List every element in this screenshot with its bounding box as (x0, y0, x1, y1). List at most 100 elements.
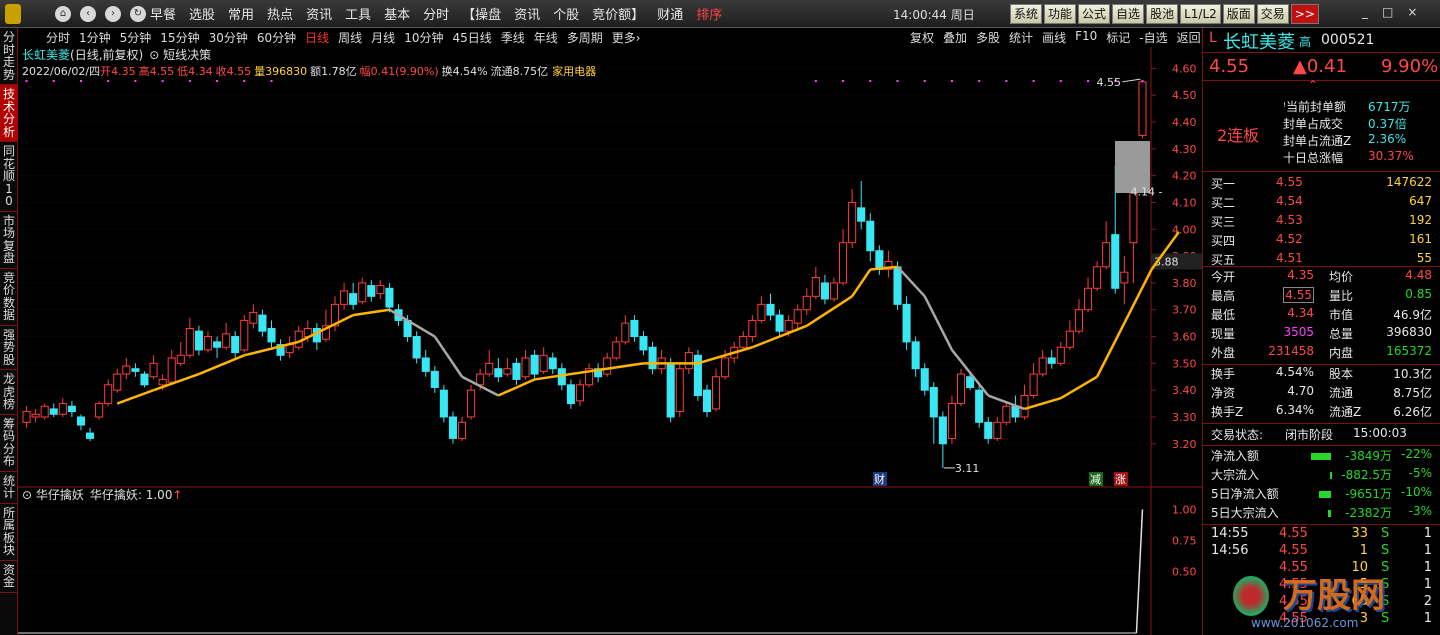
menu-item-5[interactable]: 工具 (345, 4, 371, 23)
candle-body (784, 319, 793, 332)
candle-body (902, 303, 911, 343)
left-tab-10[interactable]: 资金 (0, 561, 18, 593)
candle-body (448, 416, 457, 439)
close-icon[interactable]: × (1407, 5, 1417, 19)
toolbar-button-0[interactable]: 系统 (1010, 4, 1043, 24)
left-tab-4[interactable]: 竞价数据 (0, 269, 18, 326)
left-tab-9[interactable]: 所属板块 (0, 504, 18, 561)
left-tab-1[interactable]: 技术分析 (0, 85, 18, 142)
menu-item-3[interactable]: 热点 (267, 4, 293, 23)
chart-tool-1[interactable]: 叠加 (943, 29, 967, 46)
more-button[interactable]: >> (1290, 4, 1319, 24)
chart-tool-0[interactable]: 复权 (910, 29, 934, 46)
menu-item-11[interactable]: 竞价额】 (592, 4, 644, 23)
chart-tool-5[interactable]: F10 (1075, 29, 1097, 46)
period-tab-8[interactable]: 月线 (371, 29, 395, 46)
left-tab-8[interactable]: 统计 (0, 472, 18, 504)
toolbar-button-5[interactable]: L1/L2 (1180, 4, 1221, 24)
period-tab-0[interactable]: 分时 (46, 29, 70, 46)
menu-item-8[interactable]: 【操盘 (462, 4, 501, 23)
period-tab-14[interactable]: 更多› (612, 29, 641, 46)
toolbar-button-1[interactable]: 功能 (1044, 4, 1077, 24)
period-tab-2[interactable]: 5分钟 (120, 29, 152, 46)
menu-item-12[interactable]: 财通 (657, 4, 683, 23)
ma-line-segment (1060, 375, 1098, 400)
candle-body (213, 341, 222, 348)
period-tab-12[interactable]: 年线 (534, 29, 558, 46)
chart-tool-7[interactable]: -自选 (1139, 29, 1167, 46)
back-icon[interactable]: ‹ (80, 6, 96, 22)
toolbar-button-4[interactable]: 股池 (1146, 4, 1179, 24)
sub-axis-label: 1.00 (1172, 503, 1197, 516)
left-tab-7[interactable]: 筹码分布 (0, 415, 18, 472)
period-tab-10[interactable]: 45日线 (452, 29, 491, 46)
window-controls: _ □ × (1362, 5, 1417, 19)
refresh-icon[interactable]: ↻ (130, 6, 146, 22)
period-tab-3[interactable]: 15分钟 (160, 29, 199, 46)
period-tab-4[interactable]: 30分钟 (209, 29, 248, 46)
candle (1120, 256, 1129, 305)
stat-value: 4.54% (1275, 365, 1314, 379)
left-tab-6[interactable]: 龙虎榜 (0, 370, 18, 415)
menu-item-4[interactable]: 资讯 (306, 4, 332, 23)
marker-cai[interactable]: 财 (873, 472, 887, 486)
signal-dot (842, 80, 845, 82)
quote-label: 量比 (1329, 289, 1354, 303)
forward-icon[interactable]: › (105, 6, 121, 22)
candle (1102, 221, 1111, 270)
left-tab-3[interactable]: 市场复盘 (0, 212, 18, 269)
candle-body (947, 403, 956, 439)
left-tab-2[interactable]: 同花顺10 (0, 142, 18, 212)
candle-body (176, 354, 185, 364)
collapse-icon[interactable]: ⌃ (1308, 78, 1318, 92)
tick-price: 4.55 (1279, 526, 1308, 541)
candle-body (848, 201, 857, 244)
quote-value: 165372 (1386, 344, 1432, 358)
chart-tool-8[interactable]: 返回 (1177, 29, 1201, 46)
menu-item-7[interactable]: 分时 (423, 4, 449, 23)
period-tab-9[interactable]: 10分钟 (404, 29, 443, 46)
marker-jian[interactable]: 减 (1089, 472, 1103, 486)
kline-chart[interactable]: 4.604.504.404.304.204.104.003.903.803.70… (18, 47, 1202, 635)
period-tab-7[interactable]: 周线 (338, 29, 362, 46)
chart-tool-4[interactable]: 画线 (1042, 29, 1066, 46)
menu-item-10[interactable]: 个股 (553, 4, 579, 23)
menu-item-6[interactable]: 基本 (384, 4, 410, 23)
menu-item-13[interactable]: 排序 (696, 4, 722, 23)
period-tab-5[interactable]: 60分钟 (257, 29, 296, 46)
toolbar-button-2[interactable]: 公式 (1078, 4, 1111, 24)
left-tab-5[interactable]: 强势股 (0, 326, 18, 370)
toolbar-button-7[interactable]: 交易 (1256, 4, 1289, 24)
left-tab-0[interactable]: 分时走势 (0, 28, 18, 85)
candle (176, 341, 185, 367)
chart-tool-6[interactable]: 标记 (1106, 29, 1130, 46)
period-tab-11[interactable]: 季线 (501, 29, 525, 46)
home-icon[interactable]: ⌂ (55, 6, 71, 22)
candle-body (231, 336, 240, 354)
low-annotation: 3.11 (955, 462, 980, 475)
candle (675, 363, 684, 417)
price-axis-label: 4.50 (1172, 89, 1197, 102)
candle-body (503, 368, 512, 375)
period-tab-13[interactable]: 多周期 (567, 29, 603, 46)
maximize-icon[interactable]: □ (1382, 5, 1393, 19)
candle (775, 309, 784, 337)
menu-item-1[interactable]: 选股 (189, 4, 215, 23)
period-tab-1[interactable]: 1分钟 (79, 29, 111, 46)
stock-price: 4.55 (1209, 56, 1250, 77)
candle-body (104, 384, 113, 405)
flow-label: 净流入额 (1211, 449, 1260, 463)
chart-tool-2[interactable]: 多股 (976, 29, 1000, 46)
candle-body (95, 403, 104, 418)
candle (203, 331, 213, 353)
minimize-icon[interactable]: _ (1362, 5, 1368, 19)
marker-zhang[interactable]: 涨 (1114, 472, 1128, 486)
right-buttons: 系统 功能 公式 自选 股池 L1/L2 版面 交易 >> (1010, 4, 1319, 24)
chart-tool-3[interactable]: 统计 (1009, 29, 1033, 46)
menu-item-2[interactable]: 常用 (228, 4, 254, 23)
toolbar-button-6[interactable]: 版面 (1222, 4, 1255, 24)
period-tab-6[interactable]: 日线 (305, 29, 329, 46)
menu-item-9[interactable]: 资讯 (514, 4, 540, 23)
toolbar-button-3[interactable]: 自选 (1112, 4, 1145, 24)
menu-item-0[interactable]: 早餐 (150, 4, 176, 23)
